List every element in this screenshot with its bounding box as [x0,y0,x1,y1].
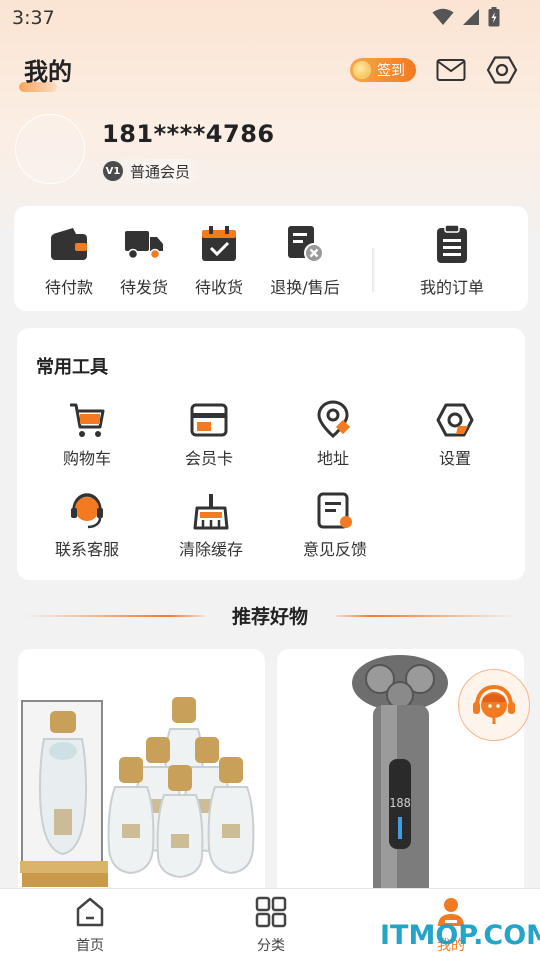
clipboard-icon [437,224,467,263]
tools-card: 常用工具 购物车 会员卡 地址 设置 联系客服 清除缓存 意见反馈 [17,328,525,580]
product-card-liquor[interactable] [18,649,265,909]
tool-settings[interactable]: 设置 [405,400,505,469]
settings-button[interactable] [486,55,518,85]
recommend-line-right [336,615,516,617]
gear-icon [486,56,518,84]
nav-label: 首页 [76,938,104,954]
mail-icon [436,59,466,81]
signal-icon [463,9,479,25]
tool-feedback[interactable]: 意见反馈 [285,491,385,560]
tool-member-card[interactable]: 会员卡 [159,400,259,469]
tool-label: 设置 [438,449,471,468]
nav-label: 分类 [257,938,285,954]
home-icon [76,897,104,927]
calendar-check-icon [202,226,236,261]
wifi-icon [432,8,454,25]
settings-icon [436,403,474,437]
tool-clear-cache[interactable]: 清除缓存 [161,491,261,560]
nav-home[interactable]: 首页 [50,895,130,955]
status-icons [432,7,500,27]
watermark: ITMOP.COM [380,920,540,951]
card-icon [190,403,228,437]
customer-service-icon [71,493,103,529]
order-pending-payment[interactable]: 待付款 [31,224,107,298]
order-item-label: 待付款 [44,278,93,297]
order-item-label: 退换/售后 [270,278,340,297]
status-bar: 3:37 [0,0,540,36]
broom-icon [193,494,229,530]
headset-agent-icon [473,684,515,724]
message-button[interactable] [436,57,466,83]
battery-icon [488,7,500,27]
order-pending-shipment[interactable]: 待发货 [106,224,182,298]
tool-label: 购物车 [62,449,111,468]
return-document-icon [288,226,324,263]
order-divider [372,248,376,292]
level-badge-icon: V1 [103,161,123,181]
tool-customer-service[interactable]: 联系客服 [37,491,137,560]
tool-address[interactable]: 地址 [283,400,383,469]
location-icon [317,400,351,438]
nav-category[interactable]: 分类 [231,895,311,955]
liquor-product-image [20,697,255,887]
signin-label: 签到 [377,63,405,79]
floating-customer-service-button[interactable] [458,669,530,741]
my-orders[interactable]: 我的订单 [414,224,490,298]
avatar[interactable] [15,114,85,184]
my-orders-label: 我的订单 [419,278,484,297]
signin-button[interactable]: 签到 [350,58,416,82]
order-pending-receipt[interactable]: 待收货 [181,224,257,298]
coin-icon [353,61,371,79]
member-type: 普通会员 [130,162,191,181]
tool-label: 意见反馈 [302,540,367,559]
order-after-sales[interactable]: 退换/售后 [267,224,343,298]
user-phone: 181****4786 [102,120,275,148]
tool-label: 清除缓存 [178,540,243,559]
svg-text:188: 188 [389,796,411,810]
status-time: 3:37 [12,7,55,29]
order-item-label: 待收货 [194,278,243,297]
truck-icon [125,231,163,260]
page-title: 我的 [24,58,72,86]
tool-cart[interactable]: 购物车 [37,400,137,469]
wallet-icon [51,228,87,260]
order-card: 待付款 待发货 待收货 退换/售后 我的订单 [14,206,528,311]
tool-label: 地址 [316,449,349,468]
tools-title: 常用工具 [36,357,108,378]
feedback-icon [317,492,352,529]
category-icon [255,896,287,928]
tool-label: 联系客服 [54,540,119,559]
cart-icon [70,403,105,437]
member-badge: V1 普通会员 [102,159,201,183]
tool-label: 会员卡 [184,449,233,468]
order-item-label: 待发货 [119,278,168,297]
